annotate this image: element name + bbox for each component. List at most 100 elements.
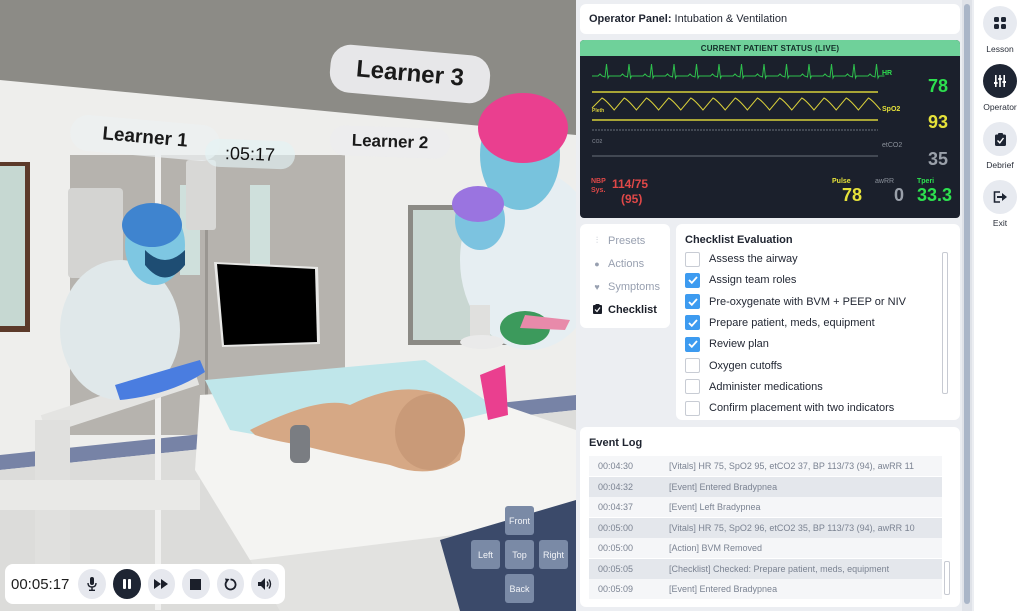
pause-icon [122,579,131,589]
nav-lesson[interactable]: Lesson [983,6,1017,54]
pulse-label: Pulse [832,178,851,185]
hr-label: HR [882,70,893,77]
fast-forward-button[interactable] [147,569,176,599]
camera-left-button[interactable]: Left [471,540,500,569]
check-icon [687,340,698,349]
awrr-label: awRR [875,178,895,185]
checklist-item[interactable]: Pre-oxygenate with BVM + PEEP or NIV [685,294,906,310]
nav-debrief[interactable]: Debrief [983,122,1017,170]
checklist-item[interactable]: Prepare patient, meds, equipment [685,315,875,331]
event-text: [Vitals] HR 75, SpO2 96, etCO2 35, BP 11… [669,522,915,533]
microphone-icon [87,577,97,591]
check-icon [687,276,698,285]
checkbox-checked[interactable] [685,336,700,352]
co2-label: CO2 [592,139,603,145]
checklist-item[interactable]: Administer medications [685,379,823,395]
awrr-value: 0 [894,185,905,205]
checklist-item[interactable]: Assign team roles [685,272,796,288]
scene-timer: :05:17 [204,138,296,170]
event-text: [Action] BVM Removed [669,543,763,553]
checkbox-checked[interactable] [685,315,700,331]
event-time: 00:04:37 [598,502,634,512]
patient-monitor: CURRENT PATIENT STATUS (LIVE) HR 78 Plet… [580,40,960,218]
panel-scrollbar-thumb[interactable] [964,4,970,604]
checklist-item-label: Administer medications [709,380,823,393]
clipboard-icon [592,303,602,316]
event-text: [Event] Left Bradypnea [669,502,761,512]
checklist-item[interactable]: Review plan [685,336,769,352]
map-value: (95) [621,192,643,206]
pleth-label: Pleth [592,108,605,114]
event-time: 00:05:05 [598,563,634,574]
camera-back-button[interactable]: Back [505,574,534,603]
monitor-header: CURRENT PATIENT STATUS (LIVE) [580,40,960,56]
checklist-item[interactable]: Confirm placement with two indicators [685,400,894,416]
event-time: 00:04:32 [598,481,634,492]
event-text: [Event] Entered Bradypnea [669,481,778,492]
event-time: 00:04:30 [598,461,634,471]
operator-panel: Operator Panel: Intubation & Ventilation… [576,0,962,611]
camera-top-button[interactable]: Top [505,540,534,569]
tab-actions[interactable]: ● Actions [580,252,670,275]
checklist-item-label: Assign team roles [709,274,797,287]
mic-button[interactable] [78,569,106,599]
event-text: [Vitals] HR 75, SpO2 95, etCO2 37, BP 11… [669,461,914,471]
checkbox-unchecked[interactable] [685,251,700,267]
nav-exit[interactable]: Exit [983,180,1017,228]
scenario-name: Intubation & Ventilation [674,13,788,25]
camera-front-button[interactable]: Front [505,506,534,535]
checklist-item[interactable]: Oxygen cutoffs [685,358,782,374]
pause-button[interactable] [112,569,141,599]
stop-icon [190,578,202,590]
event-log: Event Log 00:04:30 [Vitals] HR 75, SpO2 9… [580,427,960,607]
checklist-item[interactable]: Assess the airway [685,251,798,267]
sys-label: Sys. [591,187,606,194]
hospital-room-scene [0,0,576,611]
restart-button[interactable] [216,569,245,599]
fast-forward-icon [154,579,169,589]
event-log-scrollbar[interactable] [944,561,950,595]
main-nav-rail: Lesson Operator Debrief Exit [974,0,1024,611]
nbp-value: 114/75 [612,177,649,191]
checklist-item-label: Prepare patient, meds, equipment [709,316,875,329]
pleth-waveform [591,97,881,111]
ecg-waveform [592,63,885,80]
simulation-viewport[interactable]: Learner 3 Learner 2 Learner 1 :05:17 Fro… [0,0,576,611]
restart-icon [224,578,237,590]
checklist-item-label: Pre-oxygenate with BVM + PEEP or NIV [709,295,906,308]
clipboard-check-icon [994,132,1006,146]
checklist-evaluation: Checklist Evaluation Assess the airway As… [676,224,960,420]
heart-icon: ♥ [594,281,600,292]
checkbox-checked[interactable] [685,272,700,288]
tab-presets[interactable]: ⫶ Presets [580,229,670,252]
checkbox-unchecked[interactable] [685,400,700,416]
tperi-label: Tperi [917,178,935,185]
checkbox-checked[interactable] [685,294,700,310]
stop-button[interactable] [182,569,210,599]
event-log-row: 00:04:37 [Event] Left Bradypnea [589,497,942,517]
tab-symptoms[interactable]: ♥ Symptoms [580,275,670,298]
tab-label: Symptoms [608,280,660,293]
event-text: [Event] Entered Bradypnea [669,584,778,594]
checklist-title: Checklist Evaluation [685,234,793,246]
camera-right-button[interactable]: Right [539,540,568,569]
tab-label: Actions [608,257,645,270]
tab-label: Presets [608,234,646,247]
checklist-item-label: Assess the airway [709,253,798,265]
panel-scrollbar[interactable] [962,0,972,611]
checkbox-unchecked[interactable] [685,358,700,373]
event-text: [Checklist] Checked: Prepare patient, me… [669,563,890,574]
hr-value: 78 [927,76,948,96]
nav-label: Operator [983,102,1017,112]
nav-label: Lesson [986,44,1014,54]
event-log-row: 00:05:00 [Vitals] HR 75, SpO2 96, etCO2 3… [589,517,942,538]
checklist-item-label: Review plan [709,338,769,351]
nav-operator[interactable]: Operator [983,64,1017,112]
tab-checklist[interactable]: Checklist [580,298,670,321]
actions-icon: ● [594,258,600,269]
checkbox-unchecked[interactable] [685,379,700,395]
sliders-icon: ⫶ [595,235,599,245]
event-log-title: Event Log [589,437,643,449]
checklist-scrollbar[interactable] [942,252,948,394]
volume-button[interactable] [251,569,279,599]
